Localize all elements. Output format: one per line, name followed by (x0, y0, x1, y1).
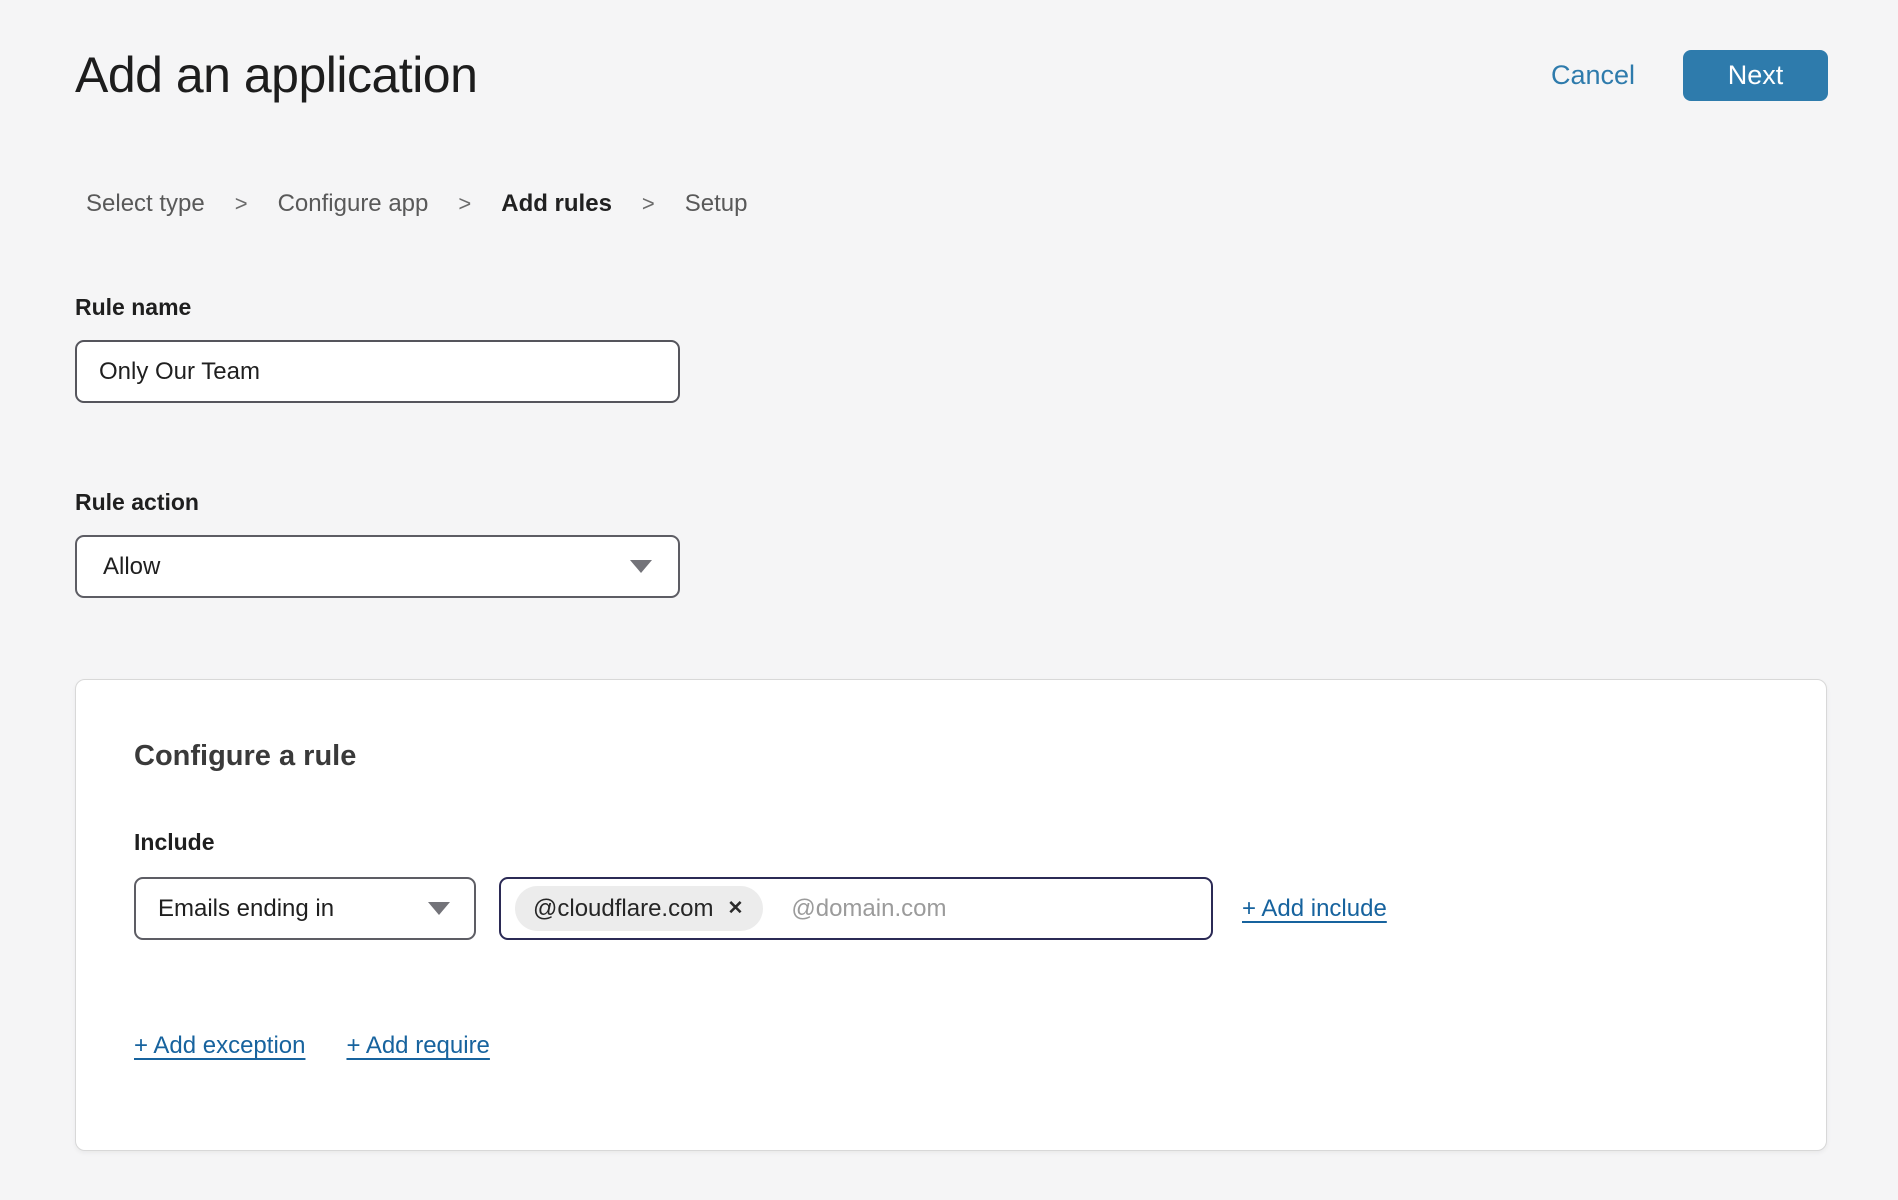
rule-name-label: Rule name (75, 294, 1898, 321)
rule-form: Rule name Rule action Allow (75, 294, 1898, 598)
email-domain-tag-input[interactable]: @cloudflare.com ✕ (499, 877, 1213, 940)
configure-rule-card: Configure a rule Include Emails ending i… (75, 679, 1827, 1151)
breadcrumb: Select type > Configure app > Add rules … (86, 190, 1898, 218)
header-actions: Cancel Next (1551, 50, 1828, 101)
breadcrumb-separator: > (642, 191, 655, 217)
add-application-page: Add an application Cancel Next Select ty… (0, 0, 1898, 1200)
rule-action-label: Rule action (75, 489, 1898, 516)
breadcrumb-step-add-rules[interactable]: Add rules (501, 190, 612, 218)
breadcrumb-separator: > (235, 191, 248, 217)
breadcrumb-step-select-type[interactable]: Select type (86, 190, 205, 218)
breadcrumb-step-setup[interactable]: Setup (685, 190, 748, 218)
page-title: Add an application (75, 46, 477, 104)
include-criteria-value: Emails ending in (158, 895, 334, 923)
include-criteria-select[interactable]: Emails ending in (134, 877, 476, 940)
cancel-button[interactable]: Cancel (1551, 60, 1635, 91)
include-label: Include (134, 829, 1768, 856)
page-header: Add an application Cancel Next (0, 0, 1898, 104)
add-include-link[interactable]: + Add include (1242, 895, 1387, 923)
rule-action-section: Rule action Allow (75, 489, 1898, 598)
add-exception-link[interactable]: + Add exception (134, 1032, 305, 1060)
breadcrumb-step-configure-app[interactable]: Configure app (278, 190, 429, 218)
chevron-down-icon (428, 902, 450, 915)
chevron-down-icon (630, 560, 652, 573)
email-domain-tag: @cloudflare.com ✕ (515, 886, 763, 931)
rule-action-select[interactable]: Allow (75, 535, 680, 598)
add-require-link[interactable]: + Add require (346, 1032, 489, 1060)
rule-action-value: Allow (103, 553, 160, 581)
rule-name-input[interactable] (75, 340, 680, 403)
breadcrumb-separator: > (458, 191, 471, 217)
remove-tag-icon[interactable]: ✕ (727, 899, 743, 918)
next-button[interactable]: Next (1683, 50, 1828, 101)
rule-extra-links: + Add exception + Add require (134, 1032, 1768, 1060)
configure-rule-title: Configure a rule (134, 740, 1768, 773)
email-domain-entry-input[interactable] (791, 895, 1197, 923)
rule-name-section: Rule name (75, 294, 1898, 403)
include-rule-row: Emails ending in @cloudflare.com ✕ + Add… (134, 877, 1768, 940)
email-domain-tag-label: @cloudflare.com (533, 895, 713, 923)
